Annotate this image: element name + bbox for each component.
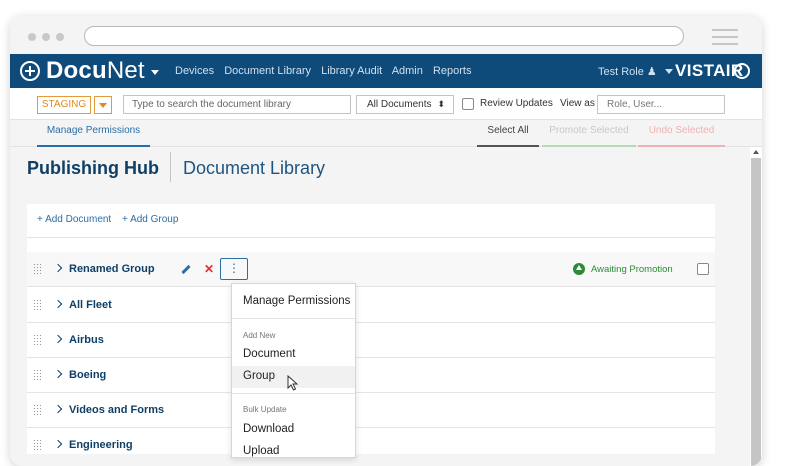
chevron-right-icon[interactable] (53, 263, 63, 273)
more-options-button[interactable]: ⋮ (220, 258, 248, 280)
group-label: All Fleet (69, 299, 112, 311)
document-library-panel: + Add Document + Add Group Renamed Group… (27, 204, 715, 454)
action-tabs: Manage Permissions Select All Promote Se… (10, 120, 762, 147)
browser-chrome (10, 16, 762, 54)
environment-chevron-down-icon[interactable] (94, 96, 112, 114)
brand-chevron-down-icon[interactable] (151, 70, 159, 75)
mouse-pointer-icon (287, 375, 299, 391)
scrollbar-thumb[interactable] (751, 158, 761, 466)
group-row-boeing[interactable]: Boeing (27, 358, 715, 393)
group-row-engineering[interactable]: Engineering (27, 428, 715, 454)
group-row-airbus[interactable]: Airbus (27, 323, 715, 358)
select-all-button[interactable]: Select All (477, 120, 539, 147)
review-updates-label: Review Updates (480, 98, 553, 109)
toolbar: STAGING Type to search the document libr… (10, 88, 762, 120)
menu-item-download[interactable]: Download (243, 423, 294, 435)
nav-link-document-library[interactable]: Document Library (224, 65, 311, 77)
menu-item-manage-permissions[interactable]: Manage Permissions (243, 295, 350, 307)
drag-handle-icon[interactable] (33, 439, 41, 451)
nav-link-devices[interactable]: Devices (175, 65, 214, 77)
group-label: Engineering (69, 439, 133, 451)
search-input[interactable]: Type to search the document library (123, 95, 351, 114)
promote-selected-button[interactable]: Promote Selected (542, 120, 636, 147)
add-document-button[interactable]: + Add Document (37, 214, 111, 225)
document-filter-select[interactable]: All Documents ⬍ (356, 95, 454, 114)
group-row-videos-and-forms[interactable]: Videos and Forms (27, 393, 715, 428)
nav-links: Devices Document Library Library Audit A… (175, 65, 478, 77)
menu-section-bulk-update: Bulk Update (243, 405, 287, 414)
role-selector[interactable]: Test Role ♟ (598, 65, 657, 78)
scroll-up-arrow-icon[interactable] (753, 150, 759, 154)
document-filter-value: All Documents (367, 99, 432, 110)
group-label: Boeing (69, 369, 107, 381)
nav-link-admin[interactable]: Admin (392, 65, 423, 77)
menu-divider (232, 393, 355, 394)
chevron-right-icon[interactable] (53, 334, 63, 344)
group-label: Videos and Forms (69, 404, 165, 416)
view-as-input[interactable]: Role, User... (597, 95, 725, 114)
drag-handle-icon[interactable] (33, 299, 41, 311)
vistair-arrow-icon (734, 63, 750, 79)
title-divider (170, 152, 171, 182)
delete-x-icon[interactable]: ✕ (199, 260, 219, 278)
address-bar[interactable] (84, 26, 684, 46)
menu-section-add-new: Add New (243, 331, 276, 340)
role-chevron-down-icon[interactable] (665, 69, 673, 74)
docunet-logo-icon (20, 61, 40, 81)
review-updates-checkbox[interactable] (462, 98, 474, 110)
drag-handle-icon[interactable] (33, 263, 41, 275)
window-zoom-dot[interactable] (56, 33, 64, 41)
menu-item-group[interactable]: Group (243, 370, 275, 382)
window-minimize-dot[interactable] (42, 33, 50, 41)
chevron-right-icon[interactable] (53, 369, 63, 379)
drag-handle-icon[interactable] (33, 404, 41, 416)
row-options-menu: Manage Permissions Add New Document Grou… (231, 283, 356, 458)
top-nav: DocuNet Devices Document Library Library… (10, 54, 762, 88)
browser-menu-icon[interactable] (712, 29, 738, 45)
drag-handle-icon[interactable] (33, 369, 41, 381)
arrow-up-circle-icon (573, 263, 585, 275)
drag-handle-icon[interactable] (33, 334, 41, 346)
add-actions-bar: + Add Document + Add Group (27, 204, 715, 238)
chevron-right-icon[interactable] (53, 439, 63, 449)
environment-badge[interactable]: STAGING (37, 96, 91, 114)
select-arrows-icon: ⬍ (437, 99, 445, 109)
group-label: Airbus (69, 334, 104, 346)
menu-item-upload[interactable]: Upload (243, 445, 279, 457)
page-title: Publishing Hub (27, 158, 159, 178)
group-row-renamed-group[interactable]: Renamed Group ✕ ⋮ Awaiting Promotion (27, 252, 715, 287)
chevron-right-icon[interactable] (53, 299, 63, 309)
add-group-button[interactable]: + Add Group (122, 214, 178, 225)
menu-item-document[interactable]: Document (243, 348, 295, 360)
view-as-label: View as (560, 98, 595, 109)
window-close-dot[interactable] (28, 33, 36, 41)
edit-pencil-icon[interactable] (177, 260, 197, 278)
menu-divider (232, 318, 355, 319)
status-awaiting-promotion: Awaiting Promotion (591, 264, 673, 275)
brand-name[interactable]: DocuNet (46, 57, 145, 85)
row-select-checkbox[interactable] (697, 263, 709, 275)
page-subtitle: Document Library (183, 158, 326, 178)
undo-selected-button[interactable]: Undo Selected (638, 120, 725, 147)
tab-manage-permissions[interactable]: Manage Permissions (37, 120, 150, 147)
nav-link-library-audit[interactable]: Library Audit (321, 65, 382, 77)
chevron-right-icon[interactable] (53, 404, 63, 414)
group-row-all-fleet[interactable]: All Fleet (27, 288, 715, 323)
nav-link-reports[interactable]: Reports (433, 65, 472, 77)
group-label: Renamed Group (69, 263, 155, 275)
